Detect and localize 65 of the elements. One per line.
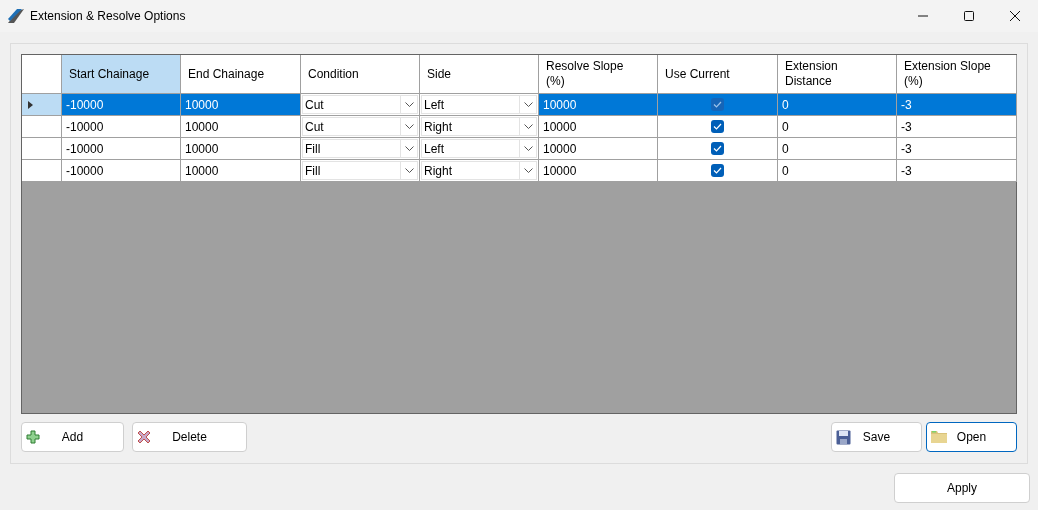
dropdown-field[interactable]: Fill	[302, 139, 418, 158]
table-cell: 0	[778, 160, 897, 182]
chevron-down-icon	[523, 146, 533, 151]
table-cell: -3	[897, 94, 1017, 116]
table-cell: 10000	[181, 138, 301, 160]
table-cell: 0	[778, 94, 897, 116]
column-header[interactable]: Extension Distance	[778, 55, 897, 94]
table-cell: 10000	[181, 116, 301, 138]
close-icon	[1010, 11, 1020, 21]
row-header[interactable]	[22, 94, 62, 116]
chevron-down-icon	[523, 124, 533, 129]
add-button[interactable]: Add	[21, 422, 124, 452]
table-cell: -3	[897, 116, 1017, 138]
chevron-down-icon	[404, 102, 414, 107]
app-logo-icon	[8, 9, 24, 23]
save-button[interactable]: Save	[831, 422, 922, 452]
row-header[interactable]	[22, 138, 62, 160]
table-cell: 10000	[539, 116, 658, 138]
table-cell: 0	[778, 116, 897, 138]
chevron-down-icon	[404, 124, 414, 129]
chevron-down-icon	[523, 102, 533, 107]
column-header[interactable]: Side	[420, 55, 539, 94]
dropdown-field[interactable]: Fill	[302, 161, 418, 180]
table-cell: -3	[897, 138, 1017, 160]
row-header[interactable]	[22, 116, 62, 138]
dropdown-field[interactable]: Right	[421, 117, 537, 136]
apply-button[interactable]: Apply	[894, 473, 1030, 503]
checkbox[interactable]	[711, 98, 724, 111]
table-cell: 10000	[539, 94, 658, 116]
table-cell: 10000	[539, 138, 658, 160]
chevron-down-icon	[523, 168, 533, 173]
dropdown-field[interactable]: Cut	[302, 117, 418, 136]
column-header[interactable]: Resolve Slope (%)	[539, 55, 658, 94]
chevron-down-icon	[404, 168, 414, 173]
column-header[interactable]: Extension Slope (%)	[897, 55, 1017, 94]
table-cell: -10000	[62, 116, 181, 138]
current-row-icon	[28, 100, 33, 109]
table-cell: 10000	[181, 160, 301, 182]
checkbox[interactable]	[711, 142, 724, 155]
dropdown-field[interactable]: Right	[421, 161, 537, 180]
open-button[interactable]: Open	[926, 422, 1017, 452]
dropdown-field[interactable]: Cut	[302, 95, 418, 114]
window-title: Extension & Resolve Options	[30, 8, 186, 25]
column-header[interactable]: Use Current	[658, 55, 778, 94]
checkbox[interactable]	[711, 164, 724, 177]
dropdown-field[interactable]: Left	[421, 95, 537, 114]
table-cell: 0	[778, 138, 897, 160]
table-cell: -10000	[62, 94, 181, 116]
maximize-icon	[964, 11, 974, 21]
table-cell: 10000	[181, 94, 301, 116]
plus-icon	[26, 430, 40, 444]
table-cell: 10000	[539, 160, 658, 182]
dropdown-field[interactable]: Left	[421, 139, 537, 158]
column-header[interactable]: Condition	[301, 55, 420, 94]
cross-icon	[137, 430, 151, 444]
table-cell: -10000	[62, 160, 181, 182]
column-header[interactable]: Start Chainage	[62, 55, 181, 94]
column-header[interactable]: End Chainage	[181, 55, 301, 94]
delete-button[interactable]: Delete	[132, 422, 247, 452]
folder-icon	[931, 430, 947, 443]
table-cell: -3	[897, 160, 1017, 182]
row-header[interactable]	[22, 160, 62, 182]
checkbox[interactable]	[711, 120, 724, 133]
chevron-down-icon	[404, 146, 414, 151]
table-cell: -10000	[62, 138, 181, 160]
